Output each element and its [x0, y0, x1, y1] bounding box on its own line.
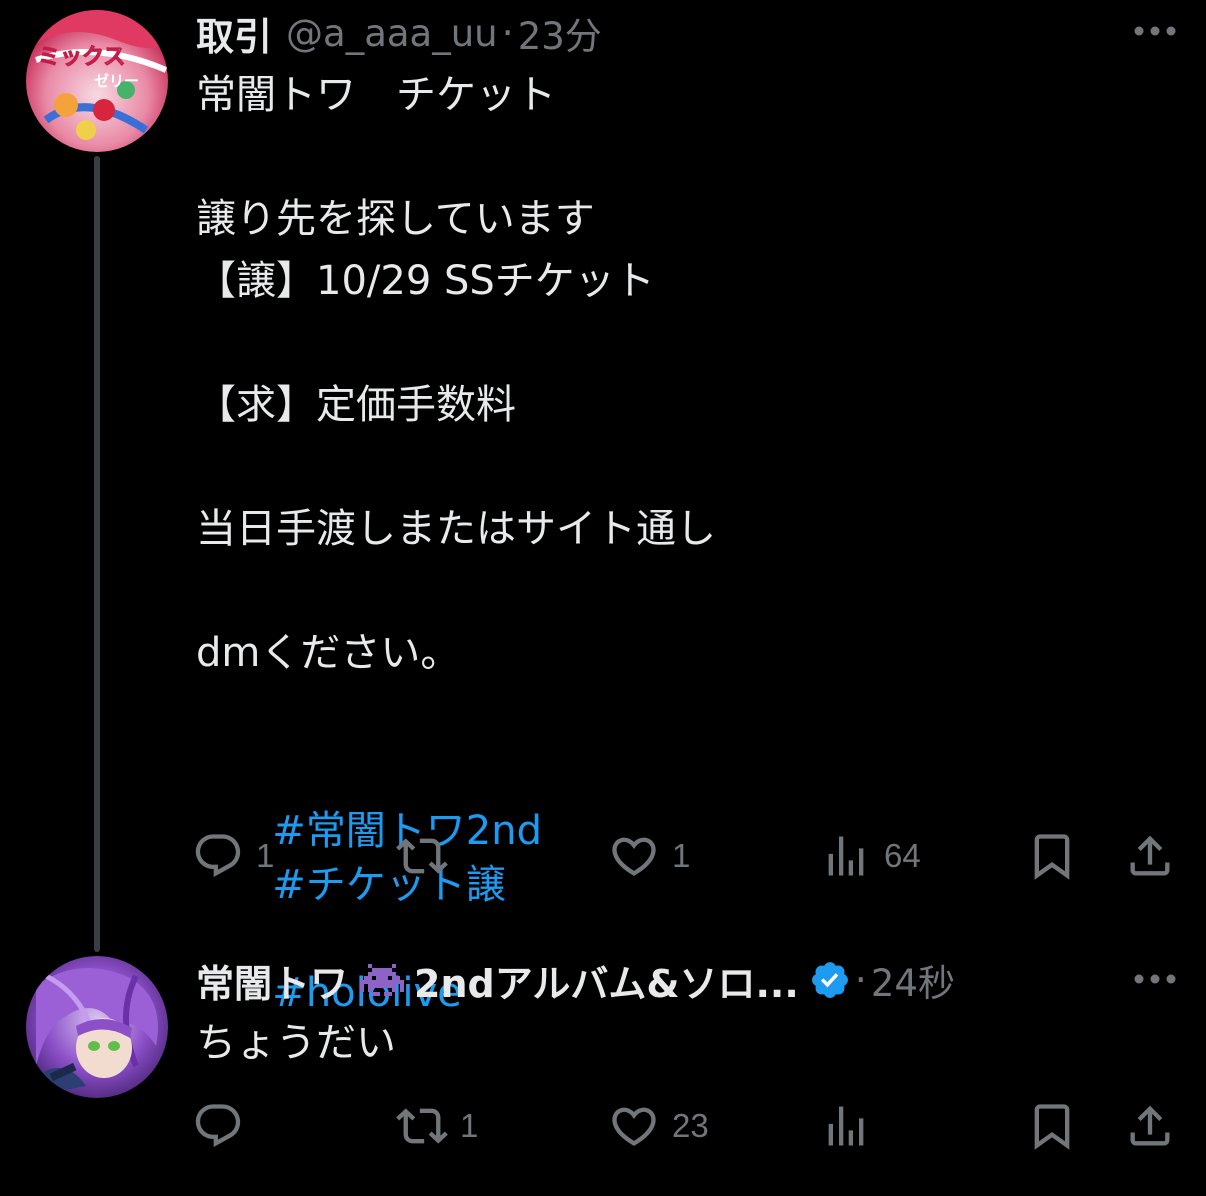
separator-dot: · — [501, 11, 514, 55]
timestamp[interactable]: 24秒 — [871, 953, 955, 1007]
like-button[interactable]: 23 — [608, 1096, 709, 1156]
thread-connector-line — [94, 156, 100, 952]
reply-button[interactable] — [192, 1096, 256, 1156]
views-button[interactable] — [820, 1096, 884, 1156]
more-options-button[interactable] — [1130, 6, 1180, 56]
retweet-button[interactable]: 1 — [396, 1096, 478, 1156]
tweet-text-line: dmください。 — [196, 630, 461, 676]
retweet-button[interactable] — [396, 826, 460, 886]
retweet-arrows-icon — [396, 838, 448, 874]
svg-text:ミックス: ミックス — [38, 45, 125, 70]
reply-bubble-icon — [195, 1104, 241, 1148]
tweet-header: 取引 @a_aaa_uu · 23分 — [196, 6, 602, 61]
like-button[interactable]: 1 — [608, 826, 690, 886]
reply-bubble-icon — [195, 834, 241, 878]
tweet-header: 常闇トワ 2ndアルバム&ソロ... · 24秒 — [196, 953, 955, 1008]
more-horizontal-icon — [1134, 26, 1176, 36]
bookmark-button[interactable] — [1026, 1096, 1078, 1156]
avatar[interactable]: ミックス ゼリー — [26, 10, 168, 152]
tweet-action-bar: 1 23 — [192, 1096, 1182, 1156]
display-name[interactable]: 常闇トワ — [196, 953, 348, 1008]
views-count: 64 — [884, 837, 921, 874]
retweet-arrows-icon — [396, 1108, 448, 1144]
user-handle[interactable]: @a_aaa_uu — [286, 12, 498, 55]
timestamp[interactable]: 23分 — [518, 6, 602, 60]
avatar-character-image — [26, 956, 168, 1098]
retweet-count: 1 — [460, 1107, 479, 1144]
tweet-text-line: 譲り先を探しています — [196, 196, 595, 242]
avatar-jelly-image: ミックス ゼリー — [26, 10, 168, 152]
display-name[interactable]: 取引 — [196, 6, 272, 61]
views-button[interactable]: 64 — [820, 826, 921, 886]
bookmark-icon — [1034, 834, 1070, 880]
share-upload-icon — [1130, 835, 1170, 876]
heart-icon — [612, 837, 656, 876]
tweet-text-line: 常闇トワ チケット — [196, 72, 556, 118]
bookmark-button[interactable] — [1026, 826, 1078, 886]
share-button[interactable] — [1124, 1096, 1176, 1156]
reply-count: 1 — [256, 837, 275, 874]
tweet-1[interactable]: ミックス ゼリー 取引 @a_aaa_uu · 23分 常闇トワ チケット 譲り… — [0, 0, 1206, 1016]
tweet-text-line: 【求】定価手数料 — [196, 382, 516, 428]
tweet-text-line: 【譲】10/29 SSチケット — [196, 258, 655, 304]
heart-icon — [612, 1107, 656, 1146]
space-invader-emoji-icon — [360, 963, 405, 997]
verified-badge-icon — [809, 959, 851, 1001]
svg-text:ゼリー: ゼリー — [94, 72, 139, 90]
tweet-text-line: ちょうだい — [196, 1020, 396, 1066]
share-button[interactable] — [1124, 826, 1176, 886]
bar-chart-icon — [828, 836, 864, 876]
bookmark-icon — [1034, 1104, 1070, 1150]
like-count: 23 — [672, 1107, 709, 1144]
tweet-action-bar: 1 1 64 — [192, 826, 1182, 886]
avatar[interactable] — [26, 956, 168, 1098]
more-horizontal-icon — [1134, 974, 1176, 984]
tweet-text-line: 当日手渡しまたはサイト通し — [196, 506, 716, 552]
reply-button[interactable]: 1 — [192, 826, 274, 886]
more-options-button[interactable] — [1130, 954, 1180, 1004]
bar-chart-icon — [828, 1106, 864, 1146]
like-count: 1 — [672, 837, 691, 874]
display-name-suffix[interactable]: 2ndアルバム&ソロ... — [414, 953, 799, 1008]
hashtag-line: #常闇トワ2nd #チケット譲 #hololive — [196, 750, 542, 1016]
separator-dot: · — [854, 958, 867, 1002]
share-upload-icon — [1130, 1105, 1170, 1146]
